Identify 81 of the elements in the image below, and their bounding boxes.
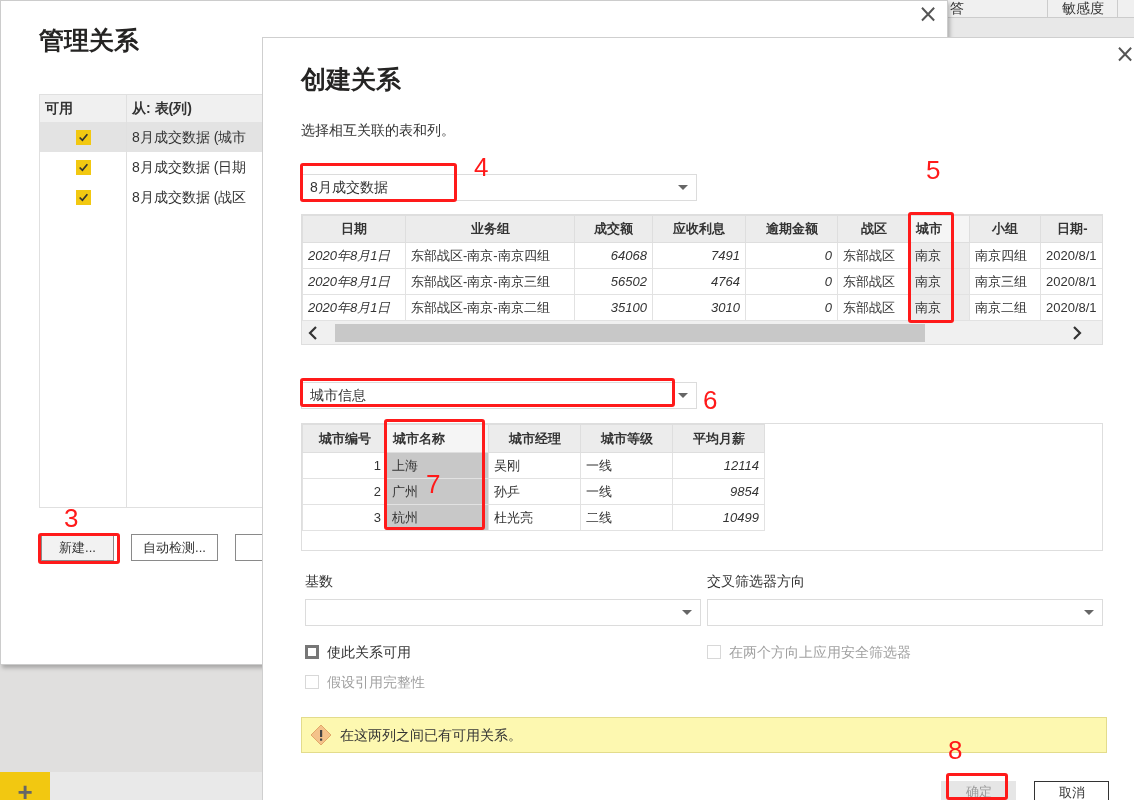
table-cell: 64068 [574, 242, 653, 269]
dialog-button[interactable]: 取消 [1034, 781, 1109, 800]
table-cell: 东部战区-南京-南京四组 [405, 242, 575, 269]
checkbox[interactable] [75, 159, 91, 175]
column-header[interactable]: 日期 [302, 215, 406, 243]
table-cell: 56502 [574, 268, 653, 295]
table-cell: 东部战区 [837, 242, 910, 269]
table-cell: 杜光亮 [488, 504, 581, 531]
dropdown-caret-icon [1084, 609, 1094, 616]
checkbox[interactable] [75, 129, 91, 145]
close-button[interactable]: × [1114, 43, 1134, 65]
scroll-right-icon[interactable] [1072, 325, 1082, 340]
column-header[interactable]: 平均月薪 [672, 424, 765, 453]
table-cell: 4764 [652, 268, 746, 295]
column-header[interactable]: 城市等级 [580, 424, 673, 453]
table-cell: 南京四组 [969, 242, 1041, 269]
checkbox[interactable] [305, 645, 319, 659]
callout-number: 8 [948, 735, 963, 765]
column-header[interactable]: 应收利息 [652, 215, 746, 243]
dropdown-caret-icon [678, 392, 688, 399]
table-cell: 东部战区-南京-南京三组 [405, 268, 575, 295]
highlight-box [946, 773, 1008, 800]
dialog-button[interactable]: 自动检测... [131, 534, 218, 561]
checkbox-label[interactable]: 使此关系可用 [327, 641, 411, 663]
scrollbar-thumb[interactable] [335, 323, 925, 342]
column-header[interactable]: 成交额 [574, 215, 653, 243]
callout-number: 3 [64, 503, 79, 533]
table-cell: 东部战区 [837, 268, 910, 295]
column-header[interactable]: 城市 [909, 215, 970, 243]
column-header[interactable]: 逾期金额 [745, 215, 838, 243]
column-header[interactable]: 战区 [837, 215, 910, 243]
add-page-button[interactable]: + [0, 772, 50, 800]
table-cell: 一线 [580, 478, 673, 505]
scroll-left-icon[interactable] [308, 325, 318, 340]
column-header[interactable]: 城市名称 [386, 424, 489, 453]
callout-number: 6 [703, 385, 718, 415]
table-cell: 10499 [672, 504, 765, 531]
close-button[interactable]: × [917, 3, 939, 25]
table-cell: 2020年8月1日 [302, 268, 406, 295]
table-cell: 孙乒 [488, 478, 581, 505]
dialog-button[interactable]: 新建... [41, 534, 114, 561]
table-cell: 7491 [652, 242, 746, 269]
table-cell: 二线 [580, 504, 673, 531]
warning-icon [310, 724, 332, 746]
dialog-subtitle: 选择相互关联的表和列。 [301, 121, 455, 139]
callout-number: 5 [926, 155, 941, 185]
table-cell: 南京三组 [969, 268, 1041, 295]
table-cell: 0 [745, 268, 838, 295]
table-cell: 0 [745, 294, 838, 321]
column-header: 可用 [45, 99, 73, 118]
dialog-title: 创建关系 [301, 64, 401, 94]
table-cell: 2020年8月1日 [302, 242, 406, 269]
column-header: 敏感度 [1048, 0, 1118, 17]
table-cell: 3 [302, 504, 387, 531]
column-header[interactable]: 小组 [969, 215, 1041, 243]
table-cell: 一线 [580, 452, 673, 479]
field-label: 基数 [305, 572, 334, 590]
table-cell: 12114 [672, 452, 765, 479]
table-cell: 35100 [574, 294, 653, 321]
column-header[interactable]: 城市经理 [488, 424, 581, 453]
column-header[interactable]: 城市编号 [302, 424, 387, 453]
dropdown-caret-icon [678, 184, 688, 191]
dropdown-caret-icon [682, 609, 692, 616]
horizontal-scrollbar[interactable] [302, 321, 1102, 344]
table-cell: 东部战区 [837, 294, 910, 321]
table-cell: 东部战区-南京-南京二组 [405, 294, 575, 321]
field-label: 交叉筛选器方向 [707, 572, 806, 590]
column-header[interactable]: 业务组 [405, 215, 575, 243]
table-cell: 2020年8月1日 [302, 294, 406, 321]
column-header: 从: 表(列) [132, 99, 192, 118]
table-cell: 南京二组 [969, 294, 1041, 321]
dialog-title: 管理关系 [39, 25, 139, 55]
table-cell: 0 [745, 242, 838, 269]
column-header[interactable]: 日期- [1040, 215, 1102, 243]
table-cell: 3010 [652, 294, 746, 321]
table-cell: 1 [302, 452, 387, 479]
table-cell: 9854 [672, 478, 765, 505]
warning-message: 在这两列之间已有可用关系。 [340, 725, 522, 745]
checkbox[interactable] [75, 189, 91, 205]
table-cell: 吴刚 [488, 452, 581, 479]
table-cell: 2 [302, 478, 387, 505]
